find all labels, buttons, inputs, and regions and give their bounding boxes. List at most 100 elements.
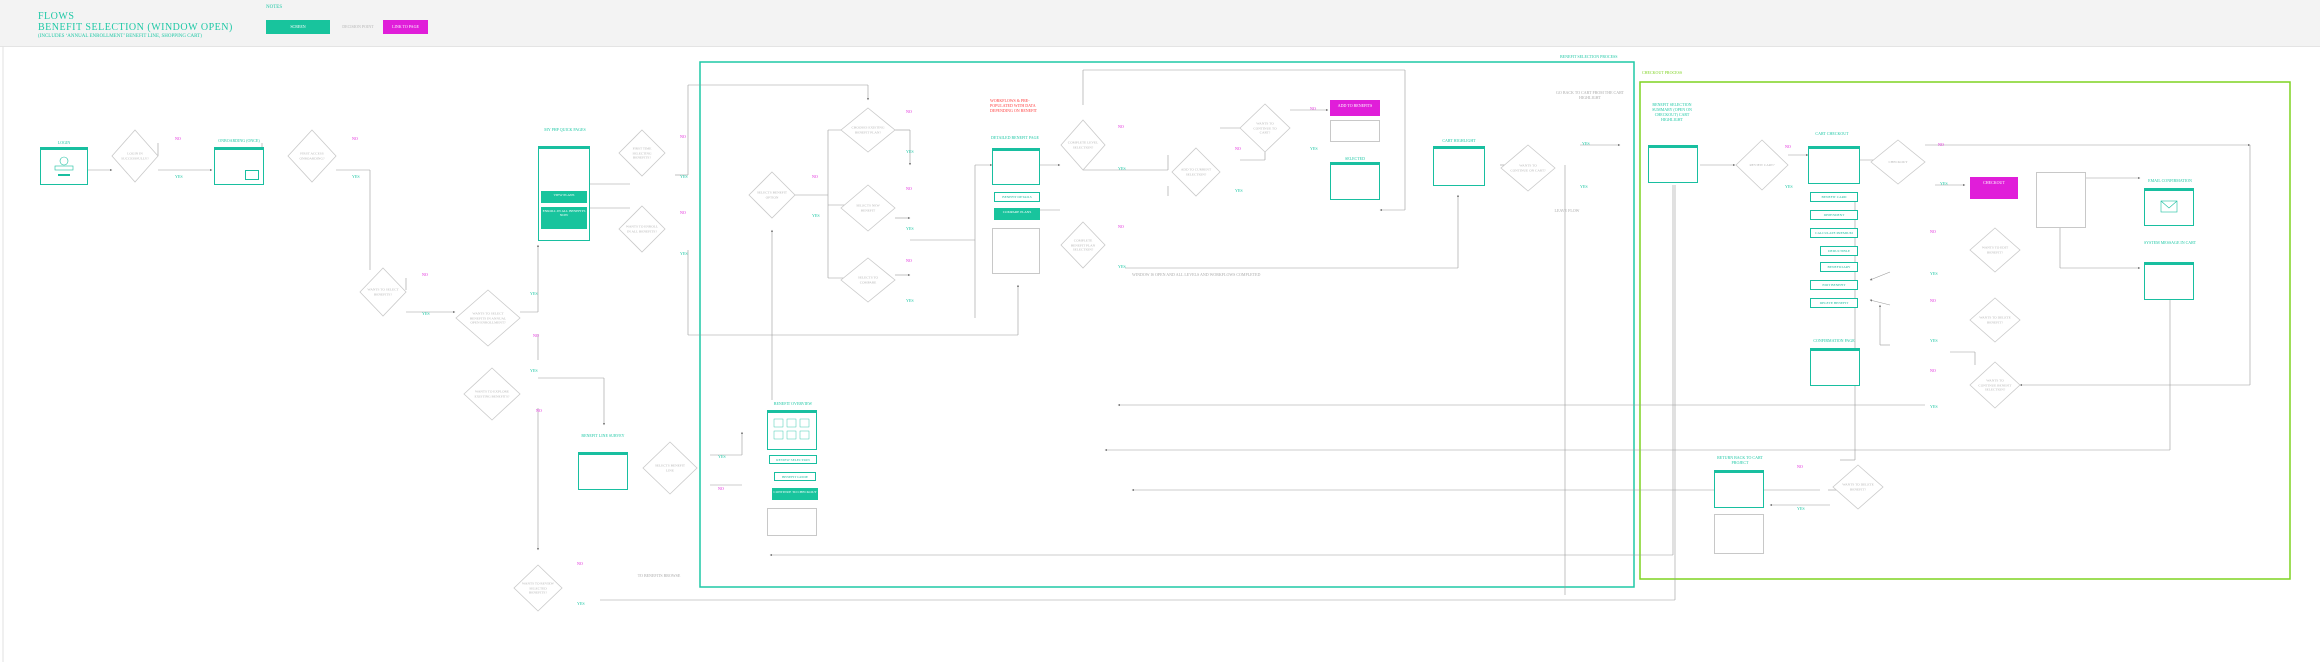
email-confirmation-screen[interactable] bbox=[2144, 188, 2194, 226]
envelope-icon bbox=[2160, 200, 2178, 213]
checkout-note bbox=[2036, 172, 2086, 228]
benefit-selection-label: BENEFIT SELECTION PROCESS bbox=[1560, 54, 1618, 59]
benefit-details-button[interactable]: BENEFIT DETAILS bbox=[994, 192, 1040, 202]
decision-continue-cart: WANTS TO CONTINUE TO CART? bbox=[1253, 121, 1277, 135]
svg-text:NO: NO bbox=[422, 272, 428, 277]
decision-onboarding: FIRST ACCESS ONBOARDING? bbox=[299, 151, 325, 161]
svg-text:YES: YES bbox=[1940, 181, 1948, 186]
svg-text:YES: YES bbox=[1797, 506, 1805, 511]
summary-title: MY PHP QUICK PAGES bbox=[544, 127, 586, 132]
decision-select-benefits: WANTS TO SELECT BENEFITS? bbox=[367, 287, 399, 297]
summary-screen[interactable]: VIEW PLANS ENROLL IN ALL BENEFITS NOW bbox=[538, 146, 590, 241]
svg-text:NO: NO bbox=[1930, 229, 1936, 234]
summary-cart-screen[interactable] bbox=[1648, 145, 1698, 183]
overview-note bbox=[767, 508, 817, 536]
decision-delete-2: WANTS TO DELETE BENEFIT? bbox=[1842, 482, 1874, 492]
grid-icon bbox=[773, 418, 810, 440]
detailed-benefit-screen[interactable] bbox=[992, 148, 1040, 185]
decision-plan-selection: COMPLETE BENEFIT PLAN SELECTION? bbox=[1070, 238, 1096, 252]
benefit-selection-frame bbox=[699, 61, 1635, 588]
decision-compare: SELECTS TO COMPARE bbox=[857, 275, 879, 285]
confirmation-title: CONFIRMATION PAGE bbox=[1813, 338, 1855, 343]
decision-level: COMPLETE LEVEL SELECTION? bbox=[1067, 140, 1099, 150]
continue-checkout-button[interactable]: CONTINUE TO CHECKOUT bbox=[772, 488, 818, 500]
decision-edit: WANTS TO EDIT BENEFIT? bbox=[1981, 245, 2009, 255]
decision-enroll-all: WANTS TO ENROLL IN ALL BENEFITS? bbox=[625, 224, 659, 234]
svg-text:YES: YES bbox=[1118, 166, 1126, 171]
svg-text:YES: YES bbox=[718, 454, 726, 459]
decision-explore: WANTS TO EXPLORE EXISTING BENEFITS? bbox=[474, 389, 510, 399]
benefit-guide-button[interactable]: BENEFIT GUIDE bbox=[774, 472, 816, 481]
review-selection-button[interactable]: REVIEW SELECTION bbox=[769, 455, 817, 464]
svg-text:YES: YES bbox=[1310, 146, 1318, 151]
svg-text:NO: NO bbox=[906, 258, 912, 263]
svg-text:YES: YES bbox=[906, 226, 914, 231]
svg-text:YES: YES bbox=[680, 251, 688, 256]
add-to-benefits-button[interactable]: ADD TO BENEFITS bbox=[1330, 100, 1380, 116]
decision-existing-plan: CHOOSES EXISTING BENEFIT PLAN? bbox=[851, 125, 885, 135]
svg-text:YES: YES bbox=[1118, 264, 1126, 269]
deductible-button[interactable]: DEDUCTIBLE bbox=[1820, 246, 1858, 256]
svg-text:YES: YES bbox=[577, 601, 585, 606]
svg-text:NO: NO bbox=[352, 136, 358, 141]
beneficiary-button[interactable]: BENEFICIARY bbox=[1820, 262, 1858, 272]
svg-text:YES: YES bbox=[1785, 184, 1793, 189]
return-note bbox=[1714, 514, 1764, 554]
svg-text:YES: YES bbox=[906, 298, 914, 303]
svg-text:NO: NO bbox=[536, 408, 542, 413]
svg-text:NO: NO bbox=[1310, 106, 1316, 111]
window-open-note: WINDOW IS OPEN AND ALL LEVELS AND WORKFL… bbox=[1132, 272, 1261, 277]
delete-benefit-button[interactable]: DELETE BENEFIT bbox=[1810, 298, 1858, 308]
decision-first-time: FIRST TIME SELECTING BENEFITS? bbox=[632, 146, 652, 160]
decision-annual: WANTS TO SELECT BENEFITS IN ANNUAL OPEN … bbox=[469, 311, 507, 325]
decision-continue-selection: WANTS TO CONTINUE BENEFIT SELECTION? bbox=[1978, 378, 2012, 392]
svg-text:NO: NO bbox=[1785, 144, 1791, 149]
svg-text:YES: YES bbox=[175, 174, 183, 179]
flow-diagram: NO YES NO YES NO YES YES NO YES NO NO YES NO YE… bbox=[2, 46, 2291, 662]
checkout-step-title: BENEFIT SELECTION SUMMARY (OPEN ON CHECK… bbox=[1652, 102, 1692, 122]
return-cart-screen[interactable] bbox=[1714, 470, 1764, 508]
calculate-premium-button[interactable]: CALCULATE PREMIUM bbox=[1810, 228, 1858, 238]
cart-highlight-title: CART HIGHLIGHT bbox=[1442, 138, 1476, 143]
selected-screen[interactable] bbox=[1330, 162, 1380, 200]
benefit-overview-screen[interactable] bbox=[767, 410, 817, 450]
cart-checkout-screen[interactable] bbox=[1808, 146, 1860, 184]
svg-text:YES: YES bbox=[906, 149, 914, 154]
svg-text:YES: YES bbox=[530, 368, 538, 373]
detailed-note bbox=[992, 228, 1040, 274]
system-message-screen[interactable] bbox=[2144, 262, 2194, 300]
next-step-note: GO BACK TO CART FROM THE CART HIGHLIGHT bbox=[1556, 90, 1624, 100]
detailed-title: DETAILED BENEFIT PAGE bbox=[991, 135, 1039, 140]
svg-text:NO: NO bbox=[1930, 298, 1936, 303]
svg-text:YES: YES bbox=[1580, 184, 1588, 189]
compare-plans-button[interactable]: COMPARE PLANS bbox=[994, 208, 1040, 220]
onboarding-title: ONBOARDING (ONCE) bbox=[218, 138, 260, 143]
cart-highlight-screen[interactable] bbox=[1433, 146, 1485, 186]
benefit-line-title: BENEFIT LINE SURVEY bbox=[581, 433, 625, 438]
svg-text:NO: NO bbox=[906, 186, 912, 191]
svg-text:NO: NO bbox=[1118, 224, 1124, 229]
decision-continue-on-cart: WANTS TO CONTINUE ON CART? bbox=[1510, 163, 1546, 173]
onboarding-screen[interactable] bbox=[214, 147, 264, 185]
enroll-all-button[interactable]: ENROLL IN ALL BENEFITS NOW bbox=[541, 207, 587, 229]
benefit-line-screen[interactable] bbox=[578, 452, 628, 490]
svg-text:YES: YES bbox=[422, 311, 430, 316]
decision-add-current: ADD TO CURRENT SELECTION? bbox=[1180, 167, 1212, 177]
svg-text:NO: NO bbox=[577, 561, 583, 566]
svg-text:NO: NO bbox=[906, 109, 912, 114]
dependent-button[interactable]: DEPENDENT bbox=[1810, 210, 1858, 220]
checkout-label: CHECKOUT PROCESS bbox=[1642, 70, 1683, 75]
browse-note: TO BENEFITS BROWSE bbox=[637, 573, 681, 578]
login-screen[interactable] bbox=[40, 147, 88, 185]
confirmation-screen[interactable] bbox=[1810, 348, 1860, 386]
svg-text:NO: NO bbox=[533, 333, 539, 338]
login-title: LOGIN bbox=[57, 140, 71, 145]
svg-text:NO: NO bbox=[680, 134, 686, 139]
decision-login: LOGIN IN SUCCESSFULLY? bbox=[121, 151, 149, 161]
benefit-card-button[interactable]: BENEFIT CARD bbox=[1810, 192, 1858, 202]
svg-text:NO: NO bbox=[1938, 142, 1944, 147]
edit-benefit-button[interactable]: EDIT BENEFIT bbox=[1810, 280, 1858, 290]
checkout-link-button[interactable]: CHECKOUT bbox=[1970, 177, 2018, 199]
avatar-icon bbox=[54, 156, 74, 176]
view-plans-button[interactable]: VIEW PLANS bbox=[541, 191, 587, 203]
